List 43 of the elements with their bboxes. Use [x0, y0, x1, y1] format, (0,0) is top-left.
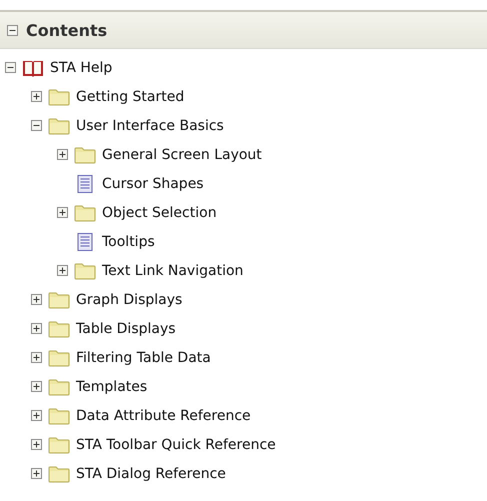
expand-icon[interactable] — [57, 149, 68, 160]
tree-item[interactable]: Cursor Shapes — [102, 176, 204, 192]
expand-icon[interactable] — [31, 352, 42, 363]
tree-item[interactable]: Templates — [76, 378, 148, 394]
folder-icon — [74, 204, 96, 222]
tree-item[interactable]: General Screen Layout — [102, 146, 262, 162]
folder-icon — [48, 116, 70, 134]
folder-icon — [48, 378, 70, 396]
tree-item[interactable]: Tooltips — [102, 234, 155, 250]
folder-icon — [48, 464, 70, 482]
tree-item[interactable]: Filtering Table Data — [76, 350, 211, 366]
folder-icon — [48, 320, 70, 338]
collapse-icon[interactable] — [5, 62, 16, 73]
folder-icon — [48, 290, 70, 308]
tree-item[interactable]: Object Selection — [102, 204, 217, 220]
tree-item[interactable]: STA Help — [50, 60, 112, 76]
book-icon — [22, 58, 44, 76]
tree-item[interactable]: STA Dialog Reference — [76, 466, 226, 482]
expand-icon[interactable] — [31, 468, 42, 479]
folder-icon — [74, 146, 96, 164]
folder-icon — [74, 262, 96, 280]
expand-icon[interactable] — [57, 207, 68, 218]
tree-item[interactable]: User Interface Basics — [76, 118, 224, 134]
expand-icon[interactable] — [57, 265, 68, 276]
tree-item[interactable]: Getting Started — [76, 88, 184, 104]
expand-icon[interactable] — [31, 294, 42, 305]
tree-item[interactable]: Graph Displays — [76, 292, 182, 308]
expand-icon[interactable] — [31, 323, 42, 334]
collapse-icon[interactable] — [7, 24, 18, 36]
expand-icon[interactable] — [31, 381, 42, 392]
tree-item[interactable]: STA Toolbar Quick Reference — [76, 436, 276, 452]
tree-item[interactable]: Data Attribute Reference — [76, 408, 251, 424]
tree-item[interactable]: Table Displays — [76, 320, 176, 336]
expand-icon[interactable] — [31, 439, 42, 450]
tree-item[interactable]: Text Link Navigation — [102, 262, 244, 278]
panel-title: Contents — [26, 20, 108, 40]
expand-icon[interactable] — [31, 91, 42, 102]
folder-icon — [48, 406, 70, 424]
folder-icon — [48, 88, 70, 106]
expand-icon[interactable] — [31, 410, 42, 421]
folder-icon — [48, 436, 70, 454]
folder-icon — [48, 348, 70, 366]
collapse-icon[interactable] — [31, 120, 42, 131]
